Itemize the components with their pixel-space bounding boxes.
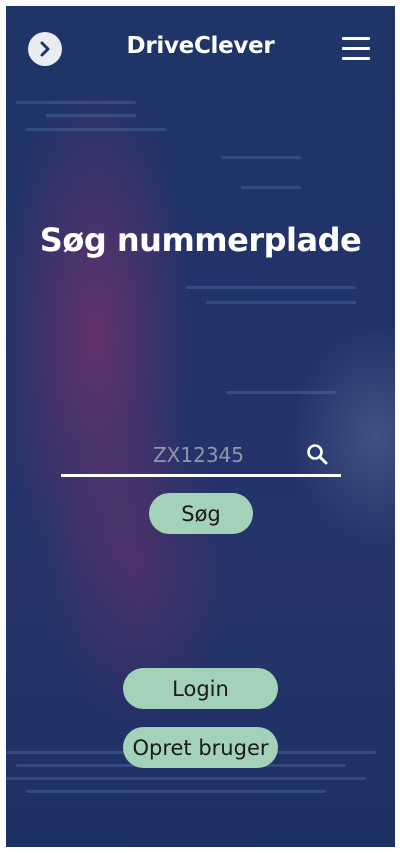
login-button[interactable]: Login <box>123 668 278 709</box>
license-plate-input[interactable] <box>61 436 301 474</box>
page-title: Søg nummerplade <box>39 221 362 259</box>
search-icon[interactable] <box>305 442 329 466</box>
search-field <box>61 436 341 477</box>
app-frame: DriveClever Søg nummerplade Søg Login Op… <box>6 6 395 847</box>
main-content: Søg nummerplade Søg Login Opret bruger <box>6 6 395 847</box>
search-button[interactable]: Søg <box>149 493 253 534</box>
create-user-button[interactable]: Opret bruger <box>123 727 278 768</box>
